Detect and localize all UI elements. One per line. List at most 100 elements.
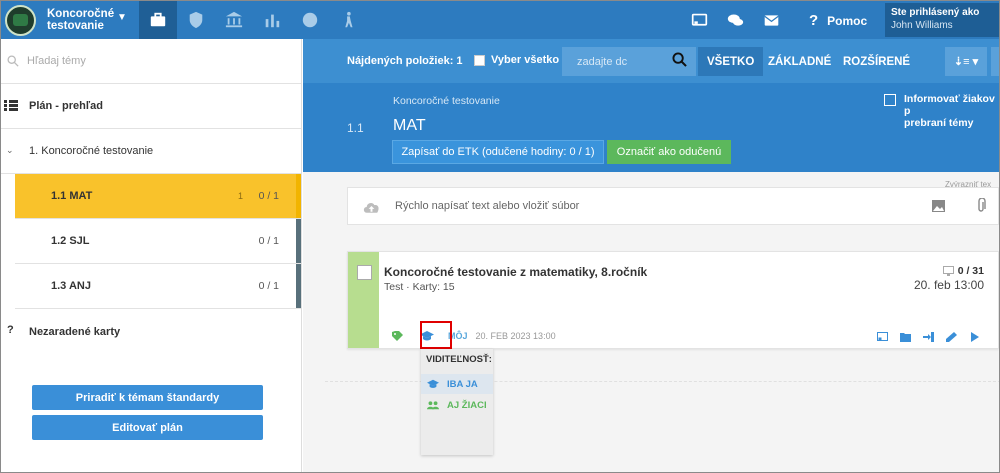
item-side-bar [296, 174, 301, 218]
filter-basic-tab[interactable]: ZÁKLADNÉ [759, 47, 840, 76]
inform-students[interactable]: Informovať žiakov p prebraní témy [884, 93, 999, 129]
app-logo[interactable] [5, 5, 36, 36]
mark-done-button[interactable]: Označiť ako odučenú [607, 140, 731, 164]
briefcase-icon[interactable] [139, 1, 177, 39]
sidebar-item-unassigned[interactable]: ? Nezaradené karty [1, 309, 301, 354]
pencil-icon[interactable] [940, 332, 963, 342]
item-count: 0 / 1 [258, 280, 279, 292]
sidebar-item-topic[interactable]: ⌄ 1. Koncoročné testovanie [1, 129, 301, 174]
select-all-checkbox[interactable] [474, 54, 485, 66]
item-side-bar [296, 264, 301, 308]
user-box[interactable]: Ste prihlásený ako John Williams [885, 3, 999, 37]
cloud-upload-icon [363, 203, 379, 213]
sidebar-item-anj[interactable]: 1.3 ANJ 0 / 1 [15, 264, 301, 309]
play-icon[interactable] [963, 332, 986, 342]
list-icon [4, 100, 18, 111]
card[interactable]: Koncoročné testovanie z matematiky, 8.ro… [347, 251, 999, 349]
sidebar-item-label: 1.1 MAT [51, 190, 93, 202]
topic-number: 1.1 [347, 121, 364, 135]
chat-icon[interactable] [717, 12, 753, 29]
visibility-option-students[interactable]: AJ ŽIACI [421, 395, 493, 415]
filter-all-tab[interactable]: VŠETKO [698, 47, 764, 76]
topic-parent: Koncoročné testovanie [393, 95, 500, 107]
sidebar-item-mat[interactable]: 1.1 MAT 1 0 / 1 [15, 174, 301, 219]
sidebar-item-label: 1.3 ANJ [51, 280, 91, 292]
image-icon[interactable] [932, 200, 945, 212]
found-count: Nájdených položiek: 1 [347, 55, 463, 67]
card-checkbox[interactable] [357, 265, 372, 280]
search-icon [7, 55, 19, 67]
hiking-icon[interactable] [329, 1, 367, 39]
help-label: Pomoc [827, 14, 868, 28]
sidebar-unassigned-label: Nezaradené karty [29, 325, 121, 338]
chevron-down-icon[interactable]: ⌄ [6, 145, 14, 156]
sort-icon: ⇣≡ ▾ [953, 56, 979, 68]
toolbar: Nájdených položiek: 1 Vyber všetko zadaj… [303, 39, 999, 83]
cast-icon[interactable] [871, 332, 894, 342]
sidebar-search[interactable]: Hľadaj témy [1, 39, 301, 84]
pending-count: 1 [237, 191, 243, 201]
inform-label-1: Informovať žiakov p [904, 93, 995, 117]
inform-checkbox[interactable] [884, 94, 896, 106]
help-button[interactable]: ? Pomoc [809, 12, 867, 29]
select-all-label: Vyber všetko [491, 54, 560, 66]
sidebar-item-plan[interactable]: Plán - prehľad [1, 84, 301, 129]
sidebar-topic-label: 1. Koncoročné testovanie [29, 145, 154, 157]
card-actions [871, 332, 986, 342]
card-title[interactable]: Koncoročné testovanie z matematiky, 8.ro… [384, 265, 647, 279]
topic-title: MAT [393, 117, 426, 134]
item-side-bar [296, 219, 301, 263]
user-caption: Ste prihlásený ako [891, 7, 980, 18]
folder-icon[interactable] [894, 332, 917, 342]
etk-button[interactable]: Zapísať do ETK (odučené hodiny: 0 / 1) [392, 140, 604, 164]
card-count: 0 / 31 [942, 265, 984, 277]
app-title-line1: Koncoročné [47, 8, 115, 20]
item-count: 0 / 1 [258, 190, 279, 202]
sidebar-search-placeholder: Hľadaj témy [27, 55, 86, 67]
card-subtitle: Test · Karty: 15 [384, 281, 455, 293]
card-footer: MÔJ 20. FEB 2023 13:00 [392, 331, 556, 341]
sort-button[interactable]: ⇣≡ ▾ [945, 47, 987, 76]
graduation-cap-icon [427, 379, 439, 388]
topic-header: 1.1 Koncoročné testovanie MAT Zapísať do… [303, 83, 999, 172]
users-icon [427, 401, 439, 410]
chevron-down-icon[interactable]: ▼ [117, 12, 127, 23]
quick-add-placeholder: Rýchlo napísať text alebo vložiť súbor [395, 200, 580, 212]
user-name: John Williams [891, 20, 953, 31]
visibility-option-me-label: IBA JA [447, 378, 478, 390]
edit-plan-button[interactable]: Editovať plán [32, 415, 263, 440]
inform-label-2: prebraní témy [904, 117, 974, 129]
sidebar-plan-label: Plán - prehľad [29, 100, 103, 112]
visibility-option-students-label: AJ ŽIACI [447, 399, 487, 411]
sidebar: Hľadaj témy Plán - prehľad ⌄ 1. Koncoroč… [1, 39, 302, 472]
search-placeholder: zadajte dc [577, 56, 628, 68]
tag-icon[interactable] [392, 331, 404, 341]
quick-add[interactable]: Rýchlo napísať text alebo vložiť súbor [347, 187, 999, 225]
visibility-highlight [420, 321, 452, 349]
screen-icon [942, 266, 954, 276]
cast-icon[interactable] [681, 12, 717, 29]
card-created: 20. FEB 2023 13:00 [475, 331, 556, 341]
search-icon[interactable] [672, 52, 687, 67]
sidebar-item-sjl[interactable]: 1.2 SJL 0 / 1 [15, 219, 301, 264]
more-button[interactable] [991, 47, 999, 76]
app-title[interactable]: Koncoročné testovanie [47, 8, 114, 32]
select-all[interactable]: Vyber všetko [474, 54, 559, 66]
question-icon: ? [809, 12, 819, 29]
shield-icon[interactable] [177, 1, 215, 39]
main-panel: Nájdených položiek: 1 Vyber všetko zadaj… [303, 39, 999, 472]
bar-chart-icon[interactable] [253, 1, 291, 39]
card-count-value: 0 / 31 [957, 265, 984, 277]
star-badge-icon[interactable] [291, 1, 329, 39]
visibility-heading: VIDITEĽNOSŤ: [426, 354, 492, 365]
question-icon: ? [7, 324, 14, 336]
visibility-option-me[interactable]: IBA JA [421, 374, 493, 394]
assign-standards-button[interactable]: Priradiť k témam štandardy [32, 385, 263, 410]
bank-icon[interactable] [215, 1, 253, 39]
attachment-icon[interactable] [976, 198, 986, 214]
filter-extended-tab[interactable]: ROZŠÍRENÉ [834, 47, 919, 76]
sign-in-icon[interactable] [917, 332, 940, 342]
card-date: 20. feb 13:00 [913, 278, 984, 292]
mail-icon[interactable] [753, 12, 789, 29]
sidebar-item-label: 1.2 SJL [51, 235, 90, 247]
